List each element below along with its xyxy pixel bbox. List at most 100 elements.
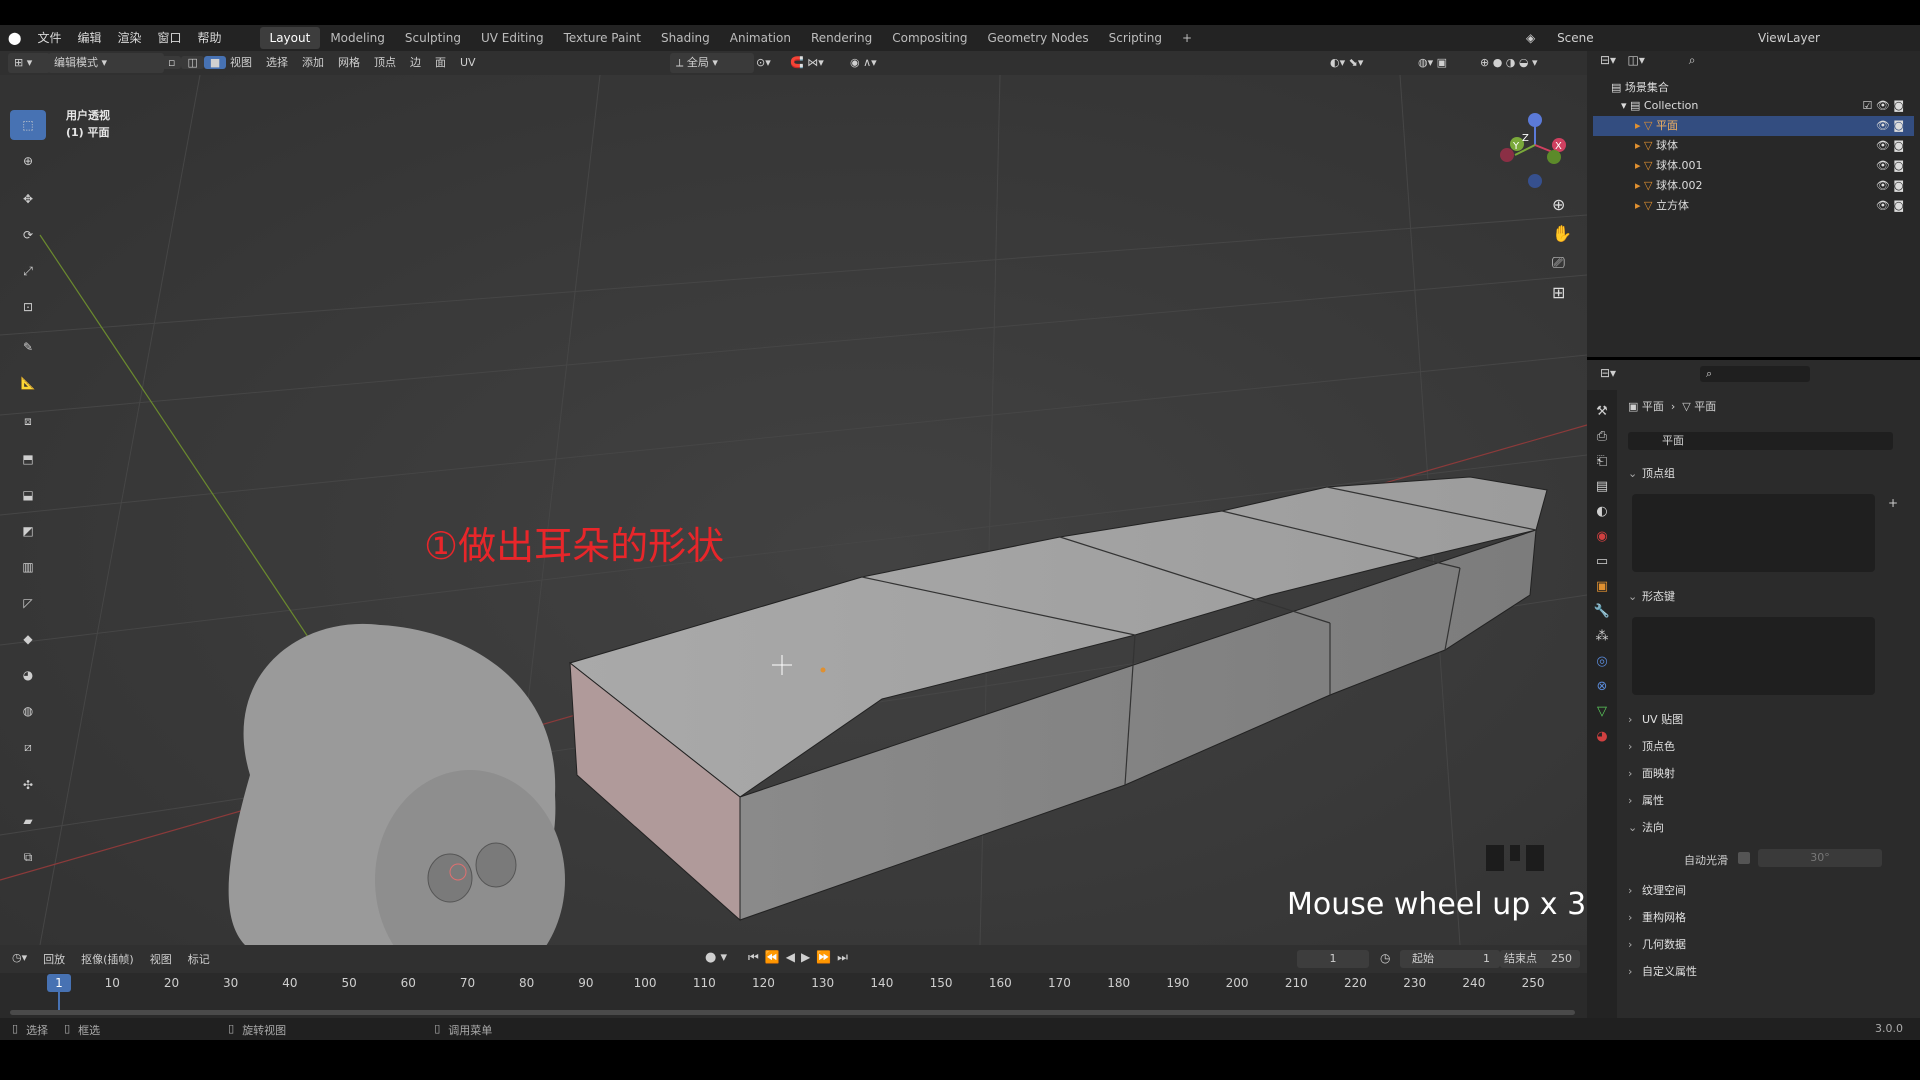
menu-marker[interactable]: 标记 [188,951,210,967]
zoom-icon[interactable]: ⊕ [1552,195,1572,214]
tab-uv-editing[interactable]: UV Editing [471,27,554,49]
shear-tool-icon[interactable]: ▰ [10,806,46,836]
eye-icon[interactable]: 👁 ◙ [1876,176,1904,196]
timeline-scrollbar[interactable] [10,1010,1575,1015]
cursor-tool-icon[interactable]: ⊕ [10,146,46,176]
spin-tool-icon[interactable]: ◕ [10,660,46,690]
menu-mesh[interactable]: 网格 [338,53,360,73]
material-tab-icon[interactable]: ◕ [1596,729,1607,744]
menu-select[interactable]: 选择 [266,53,288,73]
tab-shading[interactable]: Shading [651,27,720,49]
vertex-select-icon[interactable]: ▫ [162,56,182,69]
menu-edit[interactable]: 编辑 [69,27,109,49]
pan-hand-icon[interactable]: ✋ [1552,224,1572,243]
end-frame-field[interactable]: 结束点 250 [1500,950,1580,968]
orientation-selector[interactable]: ⟂ 全局 ▾ [670,53,754,73]
eye-icon[interactable]: 👁 ◙ [1876,196,1904,216]
snap-icon[interactable]: 🧲 ⋈▾ [790,53,824,73]
output-tab-icon[interactable]: ⎗ [1597,454,1607,469]
render-tab-icon[interactable]: ⎙ [1597,429,1607,444]
modifier-tab-icon[interactable]: 🔧 [1594,604,1610,619]
tab-modeling[interactable]: Modeling [320,27,395,49]
shading-icons[interactable]: ⊕ ● ◑ ◒ ▾ [1480,53,1538,73]
3d-viewport[interactable]: 用户透视 (1) 平面 ①做出耳朵的形状 Mouse wheel up x 3 … [0,75,1587,945]
outliner-item-sphere[interactable]: ▸ ▽ 球体 👁 ◙ [1593,136,1914,156]
mode-selector[interactable]: 编辑模式 ▾ [48,53,164,73]
menu-help[interactable]: 帮助 [190,27,230,49]
poly-build-icon[interactable]: ◆ [10,624,46,654]
measure-tool-icon[interactable]: 📐 [10,368,46,398]
eye-icon[interactable]: 👁 ◙ [1876,116,1904,136]
rip-tool-icon[interactable]: ⧉ [10,842,46,872]
collection-tab-icon[interactable]: ▭ [1596,554,1608,569]
menu-window[interactable]: 窗口 [149,27,189,49]
viewport-canvas[interactable] [0,75,1587,945]
add-workspace-button[interactable]: + [1172,27,1202,49]
playback-controls[interactable]: ⏮⏪◀▶⏩⏭ [748,950,854,965]
tab-geometry-nodes[interactable]: Geometry Nodes [977,27,1098,49]
grid-perspective-icon[interactable]: ⊞ [1552,283,1572,302]
particles-tab-icon[interactable]: ⁂ [1596,629,1609,644]
auto-smooth-checkbox[interactable] [1738,852,1750,864]
bevel-tool-icon[interactable]: ◩ [10,516,46,546]
section-remesh[interactable]: › 重构网格 [1628,906,1913,930]
menu-view[interactable]: 视图 [230,53,252,73]
outliner-collection[interactable]: ▾ ▤ Collection ☑ 👁 ◙ [1593,96,1914,116]
edge-slide-icon[interactable]: ⧄ [10,732,46,762]
menu-edge[interactable]: 边 [410,53,421,73]
object-tab-icon[interactable]: ▣ [1596,579,1608,594]
mesh-name-field[interactable]: 平面 [1628,432,1893,450]
menu-keying[interactable]: 抠像(插帧) [81,951,134,967]
timeline-editor-icon[interactable]: ◷▾ [12,951,27,967]
start-frame-field[interactable]: 起始 1 [1400,950,1500,968]
pivot-icon[interactable]: ⊙▾ [756,53,771,73]
auto-smooth-angle-field[interactable]: 30° [1758,849,1882,867]
tab-compositing[interactable]: Compositing [882,27,977,49]
section-uv-maps[interactable]: › UV 贴图 [1628,708,1913,732]
section-normals[interactable]: ⌄ 法向 [1628,816,1913,840]
outliner-search-icon[interactable]: ⌕ [1689,53,1696,67]
add-vertex-group-button[interactable]: + [1888,496,1898,510]
loop-cut-icon[interactable]: ▥ [10,552,46,582]
select-mode-buttons[interactable]: ▫ ◫ ■ [162,53,227,73]
face-select-icon[interactable]: ■ [203,56,227,69]
outliner-item-sphere-001[interactable]: ▸ ▽ 球体.001 👁 ◙ [1593,156,1914,176]
overlays-icon[interactable]: ◍▾ ▣ [1418,53,1447,73]
menu-add[interactable]: 添加 [302,53,324,73]
outliner-item-cube[interactable]: ▸ ▽ 立方体 👁 ◙ [1593,196,1914,216]
editor-type-button[interactable]: ⊞ ▾ [8,53,50,73]
menu-playback[interactable]: 回放 [43,951,65,967]
knife-tool-icon[interactable]: ◸ [10,588,46,618]
move-tool-icon[interactable]: ✥ [10,184,46,214]
clock-icon[interactable]: ◷ [1380,951,1390,965]
constraints-tab-icon[interactable]: ⊗ [1597,679,1608,694]
menu-face[interactable]: 面 [435,53,446,73]
eye-icon[interactable]: 👁 ◙ [1876,156,1904,176]
proportional-edit-icon[interactable]: ◉ ∧▾ [850,53,877,73]
menu-vertex[interactable]: 顶点 [374,53,396,73]
outliner-item-sphere-002[interactable]: ▸ ▽ 球体.002 👁 ◙ [1593,176,1914,196]
extrude-tool-icon[interactable]: ⬒ [10,444,46,474]
edge-select-icon[interactable]: ◫ [181,56,204,69]
tab-layout[interactable]: Layout [259,27,321,49]
world-tab-icon[interactable]: ◉ [1596,529,1607,544]
add-cube-icon[interactable]: ⧈ [10,406,46,436]
menu-uv[interactable]: UV [460,53,476,73]
tab-rendering[interactable]: Rendering [801,27,882,49]
record-icon[interactable]: ● ▾ [705,950,727,965]
scale-tool-icon[interactable]: ⤢ [10,256,46,286]
collection-visibility-icon[interactable]: ☑ 👁 ◙ [1863,96,1905,116]
menu-file[interactable]: 文件 [29,27,69,49]
section-texture-space[interactable]: › 纹理空间 [1628,879,1913,903]
scene-selector[interactable]: ◈ Scene [1526,27,1594,49]
tab-sculpting[interactable]: Sculpting [395,27,471,49]
visibility-icon[interactable]: ◐▾ ⬊▾ [1330,53,1363,73]
current-frame-field[interactable]: 1 [1297,950,1369,968]
section-vertex-colors[interactable]: › 顶点色 [1628,735,1913,759]
section-attributes[interactable]: › 属性 [1628,789,1913,813]
annotate-tool-icon[interactable]: ✎ [10,332,46,362]
camera-icon[interactable]: ⎚ [1552,253,1572,273]
tab-scripting[interactable]: Scripting [1099,27,1172,49]
tool-tab-icon[interactable]: ⚒ [1596,404,1608,419]
view-layer-tab-icon[interactable]: ▤ [1596,479,1608,494]
